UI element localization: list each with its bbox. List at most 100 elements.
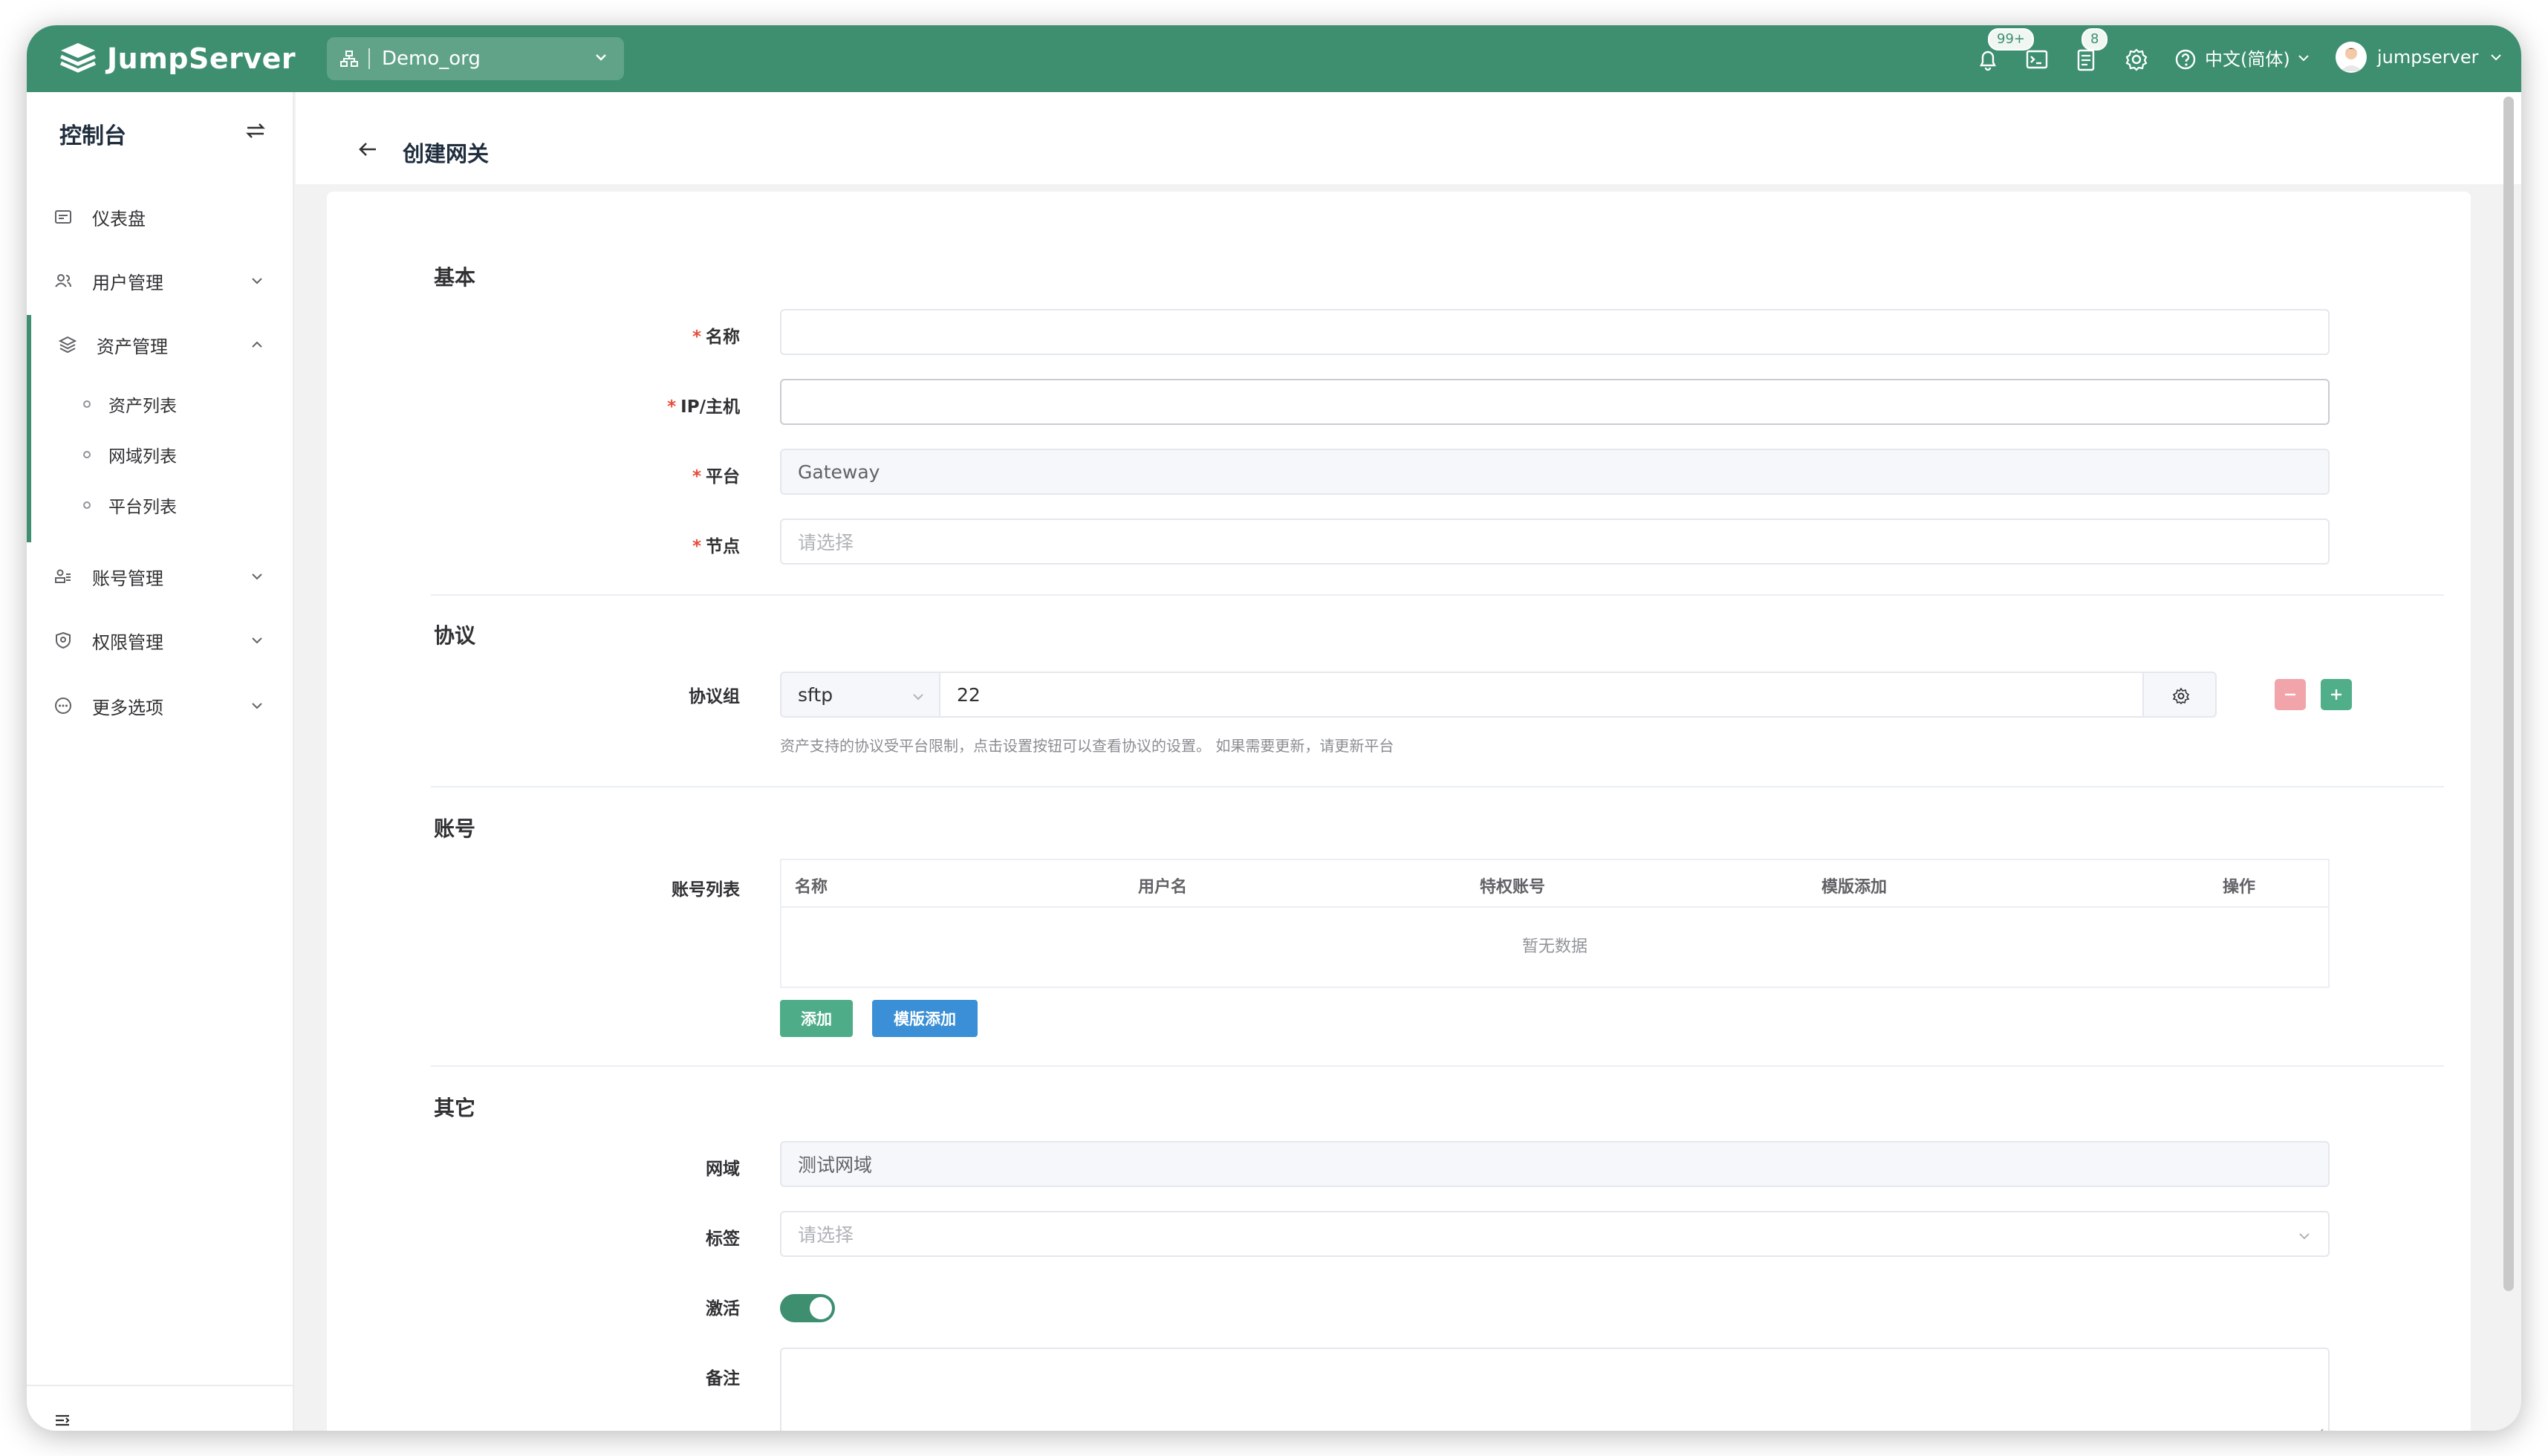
org-name: Demo_org bbox=[382, 48, 481, 70]
protocol-value: sftp bbox=[798, 683, 833, 706]
sidebar-item-more[interactable]: 更多选项 bbox=[27, 683, 293, 728]
chevron-down-icon bbox=[596, 54, 606, 61]
active-label: 激活 bbox=[706, 1299, 740, 1319]
sidebar-item-label: 账号管理 bbox=[92, 568, 163, 589]
username: jumpserver bbox=[2377, 47, 2479, 68]
section-basic-title: 基本 bbox=[434, 265, 476, 290]
chevron-down-icon bbox=[252, 703, 262, 709]
more-icon bbox=[55, 698, 71, 714]
sidebar-item-permissions[interactable]: 权限管理 bbox=[27, 618, 293, 663]
avatar bbox=[2336, 42, 2367, 73]
table-header: 名称 用户名 特权账号 模版添加 操作 bbox=[781, 860, 2328, 908]
sidebar-item-label: 仪表盘 bbox=[92, 208, 146, 230]
column-header-name: 名称 bbox=[795, 878, 828, 897]
collapse-sidebar-icon[interactable] bbox=[53, 1411, 71, 1429]
sidebar-divider bbox=[27, 1385, 293, 1386]
sidebar-item-label: 权限管理 bbox=[92, 631, 163, 653]
host-label: * IP/主机 bbox=[667, 397, 740, 417]
gear-icon[interactable] bbox=[2123, 46, 2150, 73]
sidebar-item-assets[interactable]: 资产管理 bbox=[27, 322, 293, 367]
sidebar-item-accounts[interactable]: 账号管理 bbox=[27, 554, 293, 599]
domain-field: 测试网域 bbox=[780, 1141, 2330, 1187]
sidebar-item-label: 资产管理 bbox=[97, 336, 168, 357]
protocol-hint: 资产支持的协议受平台限制，点击设置按钮可以查看协议的设置。 如果需要更新，请更新… bbox=[780, 737, 1394, 755]
section-accounts-title: 账号 bbox=[434, 816, 476, 841]
protocol-group-label: 协议组 bbox=[689, 687, 740, 706]
chevron-down-icon bbox=[2298, 54, 2309, 61]
sidebar-subitem-asset-list[interactable]: 资产列表 bbox=[27, 383, 293, 425]
toggle-knob bbox=[810, 1297, 832, 1319]
chevron-down-icon bbox=[252, 278, 262, 285]
jumpserver-logo-icon bbox=[60, 43, 96, 73]
language-selector[interactable]: 中文(简体) bbox=[2205, 45, 2311, 71]
host-input[interactable] bbox=[780, 379, 2330, 425]
org-selector[interactable]: Demo_org bbox=[327, 37, 624, 80]
top-navbar: JumpServer Demo_org 99+ 8 中文(简体) jumpser… bbox=[27, 25, 2521, 92]
accounts-table: 名称 用户名 特权账号 模版添加 操作 暂无数据 bbox=[780, 859, 2330, 988]
page-title: 创建网关 bbox=[403, 141, 490, 166]
dashboard-icon bbox=[55, 210, 71, 224]
protocol-select[interactable]: sftp bbox=[780, 672, 940, 718]
sidebar-subitem-platform-list[interactable]: 平台列表 bbox=[27, 484, 293, 526]
platform-label: * 平台 bbox=[692, 467, 740, 487]
add-protocol-button[interactable] bbox=[2321, 679, 2352, 710]
sidebar-item-label: 用户管理 bbox=[92, 272, 163, 293]
comment-label: 备注 bbox=[706, 1369, 740, 1388]
chevron-down-icon bbox=[2491, 54, 2502, 61]
active-toggle[interactable] bbox=[780, 1294, 835, 1322]
terminal-icon[interactable] bbox=[2024, 46, 2050, 73]
form-card: 基本 * 名称 * IP/主机 * 平台 Gateway * 节点 请选择 协议 协议组… bbox=[327, 192, 2471, 1431]
logo[interactable]: JumpServer bbox=[59, 42, 296, 76]
org-tree-icon bbox=[340, 51, 358, 67]
sidebar-subitem-label: 资产列表 bbox=[108, 397, 177, 416]
switch-view-icon[interactable] bbox=[245, 122, 266, 140]
chevron-down-icon bbox=[2299, 1233, 2310, 1240]
column-header-template: 模版添加 bbox=[1821, 878, 1888, 897]
resize-handle-icon[interactable] bbox=[2313, 1428, 2324, 1431]
chevron-down-icon bbox=[913, 694, 923, 701]
tags-select[interactable]: 请选择 bbox=[780, 1211, 2330, 1257]
chevron-down-icon bbox=[252, 573, 262, 580]
sidebar-subitem-domain-list[interactable]: 网域列表 bbox=[27, 434, 293, 475]
required-mark: * bbox=[692, 537, 701, 556]
tasks-badge: 8 bbox=[2081, 28, 2108, 51]
node-select[interactable]: 请选择 bbox=[780, 519, 2330, 565]
org-separator bbox=[368, 48, 370, 69]
section-divider bbox=[431, 786, 2444, 787]
tags-label: 标签 bbox=[706, 1229, 740, 1249]
gear-icon bbox=[2172, 687, 2190, 705]
required-mark: * bbox=[692, 328, 701, 347]
protocol-port-input[interactable]: 22 bbox=[939, 672, 2144, 718]
table-empty-text: 暂无数据 bbox=[1521, 937, 1587, 956]
user-menu[interactable]: jumpserver bbox=[2336, 42, 2503, 73]
protocol-settings-button[interactable] bbox=[2142, 672, 2217, 718]
sidebar-title: 控制台 bbox=[59, 123, 126, 149]
language-label: 中文(简体) bbox=[2205, 49, 2290, 70]
add-account-button[interactable]: 添加 bbox=[780, 1000, 853, 1037]
help-icon[interactable] bbox=[2172, 46, 2199, 73]
name-label: * 名称 bbox=[692, 328, 740, 347]
remove-protocol-button[interactable] bbox=[2275, 679, 2306, 710]
chevron-down-icon bbox=[252, 637, 262, 644]
page-header: 创建网关 bbox=[296, 92, 2521, 184]
section-divider bbox=[431, 1065, 2444, 1067]
comment-textarea[interactable] bbox=[780, 1348, 2330, 1431]
plus-icon bbox=[2331, 689, 2341, 700]
page-scrollbar[interactable] bbox=[2503, 97, 2514, 1291]
required-mark: * bbox=[667, 397, 677, 417]
column-header-username: 用户名 bbox=[1138, 878, 1188, 897]
domain-label: 网域 bbox=[706, 1160, 740, 1179]
logo-text: JumpServer bbox=[107, 42, 296, 75]
template-add-button[interactable]: 模版添加 bbox=[872, 1000, 978, 1037]
accounts-icon bbox=[55, 569, 71, 583]
sidebar: 控制台 仪表盘 用户管理 资产管理 资产列表 网域列表 平台列表 账号管理 权限… bbox=[27, 92, 294, 1431]
section-protocol-title: 协议 bbox=[434, 623, 476, 648]
bullet-icon bbox=[83, 400, 91, 408]
sidebar-item-dashboard[interactable]: 仪表盘 bbox=[27, 195, 293, 239]
sidebar-item-users[interactable]: 用户管理 bbox=[27, 259, 293, 303]
name-input[interactable] bbox=[780, 309, 2330, 355]
arrow-left-icon[interactable] bbox=[357, 138, 379, 160]
app-window: JumpServer Demo_org 99+ 8 中文(简体) jumpser… bbox=[27, 25, 2521, 1431]
sidebar-subitem-label: 平台列表 bbox=[108, 498, 177, 517]
platform-field: Gateway bbox=[780, 449, 2330, 495]
